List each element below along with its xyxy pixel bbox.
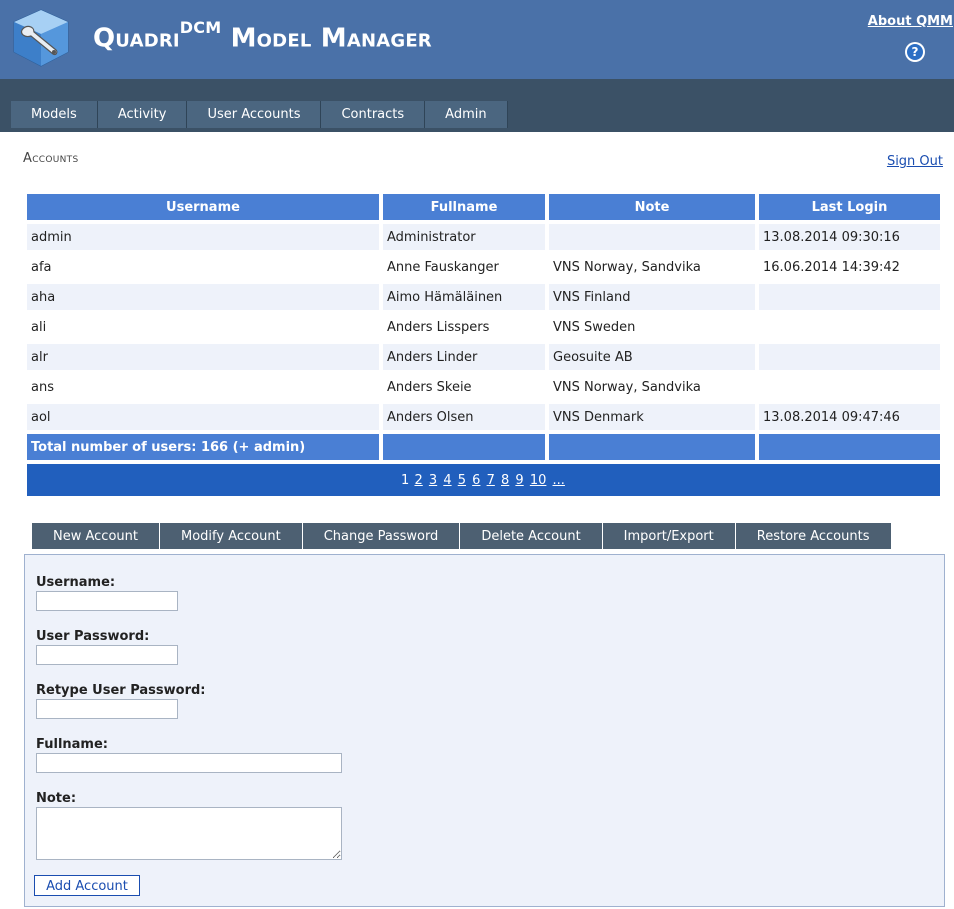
cell-note: VNS Norway, Sandvika [549,254,755,280]
app-header: QuadriDCM Model Manager About QMM ? [0,0,954,79]
tab-change-password[interactable]: Change Password [302,523,461,549]
cell-note: VNS Norway, Sandvika [549,374,755,400]
column-header-note[interactable]: Note [549,194,755,220]
app-title-part2: Model Manager [230,23,432,54]
help-icon-glyph: ? [907,44,923,60]
help-icon[interactable]: ? [905,42,925,62]
total-users-count: Total number of users: 166 (+ admin) [27,434,379,460]
page-link-4[interactable]: 4 [443,473,451,488]
page-link-3[interactable]: 3 [429,473,437,488]
page-link-7[interactable]: 7 [487,473,495,488]
app-title: QuadriDCM Model Manager [93,18,432,54]
note-textarea[interactable] [36,807,342,860]
table-row[interactable]: aha Aimo Hämäläinen VNS Finland [27,284,940,310]
table-row[interactable]: aol Anders Olsen VNS Denmark 13.08.2014 … [27,404,940,430]
column-header-username[interactable]: Username [27,194,379,220]
nav-tab-models[interactable]: Models [11,101,98,128]
accounts-table: Username Fullname Note Last Login admin … [23,190,944,464]
wrench-cube-logo-icon [13,9,69,67]
cell-note: VNS Sweden [549,314,755,340]
cell-username: aol [27,404,379,430]
table-row[interactable]: ans Anders Skeie VNS Norway, Sandvika [27,374,940,400]
tab-new-account[interactable]: New Account [32,523,160,549]
cell-fullname: Administrator [383,224,545,250]
cell-username: admin [27,224,379,250]
cell-fullname: Anders Lisspers [383,314,545,340]
total-row-empty-cell [759,434,940,460]
page-link-2[interactable]: 2 [414,473,422,488]
cell-username: ali [27,314,379,340]
retype-password-label: Retype User Password: [36,683,206,698]
cell-note: VNS Denmark [549,404,755,430]
table-row[interactable]: admin Administrator 13.08.2014 09:30:16 [27,224,940,250]
cell-username: aha [27,284,379,310]
page-link-9[interactable]: 9 [515,473,523,488]
cell-last-login [759,284,940,310]
table-header-row: Username Fullname Note Last Login [27,194,940,220]
sign-out-link[interactable]: Sign Out [887,154,943,169]
page-link-more[interactable]: ... [553,473,565,488]
cell-last-login: 16.06.2014 14:39:42 [759,254,940,280]
column-header-last-login[interactable]: Last Login [759,194,940,220]
add-account-button[interactable]: Add Account [34,875,140,896]
table-row[interactable]: afa Anne Fauskanger VNS Norway, Sandvika… [27,254,940,280]
new-account-form: Username: User Password: Retype User Pas… [24,554,945,907]
cell-username: alr [27,344,379,370]
retype-password-input[interactable] [36,699,178,719]
user-password-input[interactable] [36,645,178,665]
cell-fullname: Anders Linder [383,344,545,370]
fullname-label: Fullname: [36,737,108,752]
page-link-10[interactable]: 10 [530,473,547,488]
total-row-empty-cell [549,434,755,460]
app-title-part1: Quadri [93,23,180,54]
nav-tab-user-accounts[interactable]: User Accounts [187,101,322,128]
cell-last-login: 13.08.2014 09:47:46 [759,404,940,430]
main-navbar: Models Activity User Accounts Contracts … [0,79,954,132]
table-row[interactable]: ali Anders Lisspers VNS Sweden [27,314,940,340]
cell-fullname: Aimo Hämäläinen [383,284,545,310]
app-title-superscript: DCM [179,18,222,37]
tab-import-export[interactable]: Import/Export [602,523,736,549]
cell-note: VNS Finland [549,284,755,310]
cell-last-login [759,314,940,340]
cell-note: Geosuite AB [549,344,755,370]
total-row-empty-cell [383,434,545,460]
tab-modify-account[interactable]: Modify Account [159,523,303,549]
user-password-label: User Password: [36,629,150,644]
note-label: Note: [36,791,77,806]
cell-fullname: Anders Skeie [383,374,545,400]
table-row[interactable]: alr Anders Linder Geosuite AB [27,344,940,370]
nav-tab-activity[interactable]: Activity [97,101,188,128]
cell-last-login [759,374,940,400]
tab-delete-account[interactable]: Delete Account [460,523,603,549]
page-current: 1 [401,473,410,488]
cell-last-login: 13.08.2014 09:30:16 [759,224,940,250]
tab-restore-accounts[interactable]: Restore Accounts [735,523,892,549]
about-qmm-link[interactable]: About QMM [868,14,953,29]
cell-username: afa [27,254,379,280]
page-link-5[interactable]: 5 [458,473,466,488]
table-total-row: Total number of users: 166 (+ admin) [27,434,940,460]
page-link-6[interactable]: 6 [472,473,480,488]
cell-note [549,224,755,250]
main-nav-tabs: Models Activity User Accounts Contracts … [11,101,508,128]
nav-tab-admin[interactable]: Admin [425,101,508,128]
username-input[interactable] [36,591,178,611]
cell-fullname: Anne Fauskanger [383,254,545,280]
username-label: Username: [36,575,116,590]
page-title: Accounts [23,151,79,166]
cell-fullname: Anders Olsen [383,404,545,430]
cell-last-login [759,344,940,370]
fullname-input[interactable] [36,753,342,773]
cell-username: ans [27,374,379,400]
column-header-fullname[interactable]: Fullname [383,194,545,220]
page-link-8[interactable]: 8 [501,473,509,488]
nav-tab-contracts[interactable]: Contracts [321,101,426,128]
pagination: 1 2 3 4 5 6 7 8 9 10 ... [27,464,940,496]
account-action-tabs: New Account Modify Account Change Passwo… [32,523,892,549]
